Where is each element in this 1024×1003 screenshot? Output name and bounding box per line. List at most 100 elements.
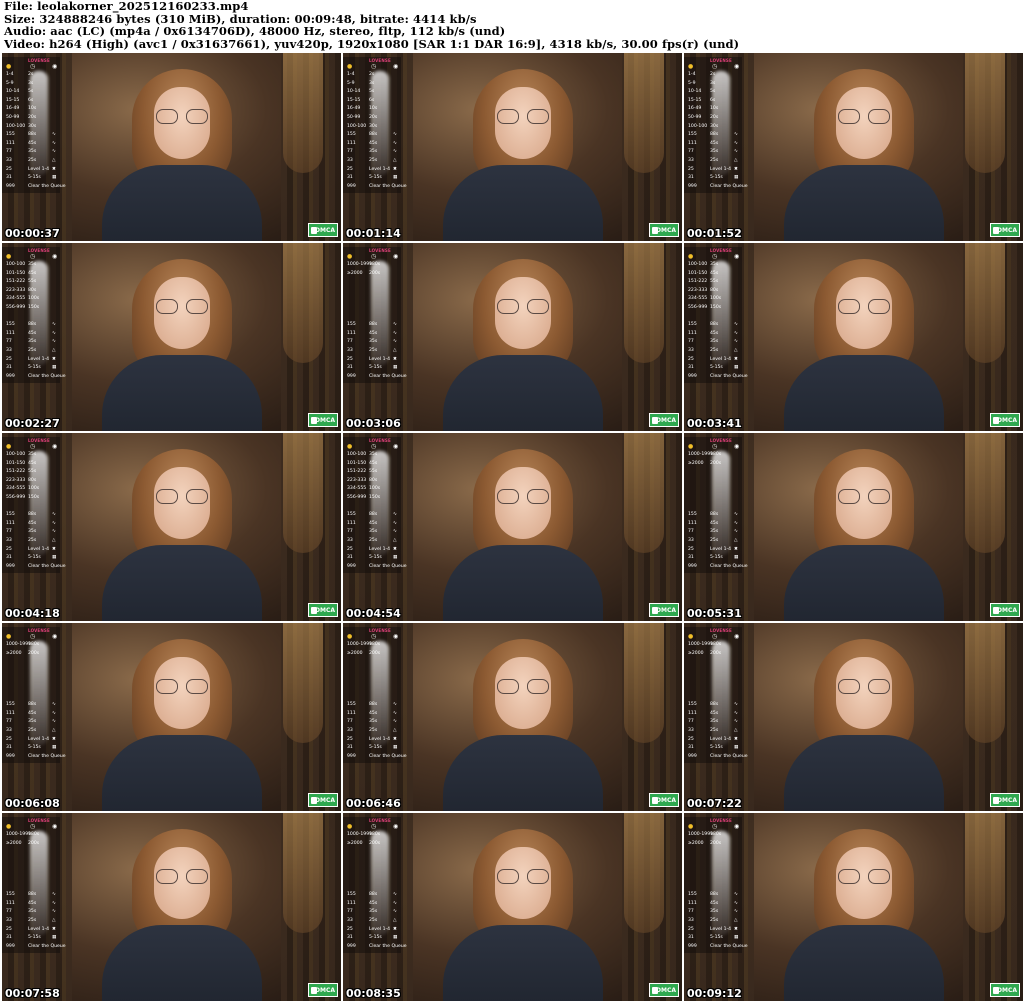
pattern-icon: ∿ [52, 702, 56, 708]
dmca-label: DMCA [656, 417, 676, 424]
pattern-icon: ∿ [393, 719, 397, 725]
tip-amount: 556-999 [6, 494, 26, 500]
tip-duration: 35s [369, 149, 378, 155]
pattern-icon: △ [734, 347, 738, 353]
overlay-icon-row: ● ◷ ◉ [6, 253, 58, 261]
pattern-icon: ✖ [52, 926, 56, 932]
tip-menu-row [688, 883, 740, 892]
pattern-icon: ∿ [734, 892, 738, 898]
coin-icon: ● [6, 633, 12, 640]
tip-menu-row: 31 5-15s ▦ [347, 744, 399, 753]
pattern-icon: ▦ [734, 935, 739, 941]
tip-duration: 45s [710, 140, 719, 146]
tip-amount: 31 [6, 175, 12, 181]
tip-menu-row [688, 693, 740, 702]
timestamp: 00:00:37 [5, 227, 60, 240]
tip-duration: 150s [28, 494, 40, 500]
pattern-icon: △ [734, 537, 738, 543]
tip-duration: Clear the Queue [710, 753, 748, 759]
dmca-label: DMCA [997, 607, 1017, 614]
pattern-icon: ∿ [52, 520, 56, 526]
dmca-badge: DMCA [649, 413, 679, 427]
pattern-icon: △ [734, 917, 738, 923]
tip-amount: 111 [6, 520, 15, 526]
vibe-icon: ◉ [52, 633, 58, 640]
tip-duration: 45s [710, 710, 719, 716]
tip-amount: 25 [6, 356, 12, 362]
tip-menu-row: 33 25s △ [6, 917, 58, 926]
tip-menu-row [688, 658, 740, 667]
sweater [443, 545, 603, 621]
tip-duration: 25s [28, 917, 37, 923]
tip-amount: 155 [688, 322, 697, 328]
clock-icon: ◷ [712, 823, 718, 830]
tip-duration: 45s [710, 520, 719, 526]
tip-amount: 999 [688, 183, 697, 189]
tip-duration: 180s [28, 642, 40, 647]
tip-amount: 5-9 [688, 80, 696, 86]
tip-menu-row: 1000-1999 180s [6, 641, 58, 650]
tip-amount: 25 [347, 166, 353, 172]
tip-duration: 5s [710, 89, 716, 95]
tip-amount: 111 [347, 140, 356, 146]
tip-menu-row: 999 Clear the Queue [347, 753, 407, 762]
tip-menu-row: 999 Clear the Queue [6, 753, 66, 762]
tip-menu-row: 33 25s △ [347, 157, 399, 166]
tip-menu-row: 25 Level 1-4 ✖ [347, 546, 399, 555]
tip-duration: Clear the Queue [710, 563, 748, 569]
tip-duration: Level 1-4 [710, 356, 732, 362]
tip-menu-row: 556-999 150s [347, 494, 399, 503]
pattern-icon: ∿ [393, 909, 397, 915]
tip-duration: Clear the Queue [28, 753, 66, 759]
tip-amount: 31 [6, 745, 12, 751]
tip-duration: 25s [710, 917, 719, 923]
tip-menu-row [688, 874, 740, 883]
tip-menu-row: 101-150 45s [6, 460, 58, 469]
pattern-icon: ∿ [734, 132, 738, 138]
tip-duration: 180s [369, 832, 381, 837]
tip-menu-overlay: LOVENSE ● ◷ ◉ 1000-1999 180s ≥2000 200s 155 8… [684, 627, 748, 763]
tip-menu-row: 1-4 2s [6, 71, 58, 80]
tip-duration: 45s [28, 900, 37, 906]
tip-menu-row [6, 313, 58, 322]
lamp-glow [283, 813, 323, 933]
tip-menu-row: 155 88s ∿ [347, 701, 399, 710]
tip-menu-row: 1-4 2s [688, 71, 740, 80]
tip-menu-row [6, 658, 58, 667]
tip-amount: 100-100 [347, 123, 367, 129]
lock-icon [993, 797, 999, 804]
tip-amount: 25 [6, 926, 12, 932]
clock-icon: ◷ [371, 633, 377, 640]
tip-amount: 101-150 [347, 460, 367, 466]
person-figure [102, 449, 262, 621]
coin-icon: ● [6, 443, 12, 450]
tip-menu-row [347, 883, 399, 892]
pattern-icon: ▦ [393, 935, 398, 941]
timestamp: 00:06:08 [5, 797, 60, 810]
vibe-icon: ◉ [393, 823, 399, 830]
timestamp: 00:06:46 [346, 797, 401, 810]
tip-menu-row: 33 25s △ [347, 537, 399, 546]
tip-amount: 33 [347, 537, 353, 543]
tip-amount: 16-49 [688, 106, 702, 112]
tip-amount: 10-14 [6, 89, 20, 95]
tip-menu-row: 155 88s ∿ [347, 891, 399, 900]
tip-menu-row: 111 45s ∿ [347, 520, 399, 529]
tip-menu-overlay: LOVENSE ● ◷ ◉ 1000-1999 180s ≥2000 200s 155 8… [2, 817, 66, 953]
tip-duration: 2s [28, 72, 34, 77]
tip-menu-row: 77 35s ∿ [347, 148, 399, 157]
tip-menu-row: 77 35s ∿ [688, 148, 740, 157]
glasses [156, 489, 208, 504]
tip-duration: 5-15s [28, 555, 41, 561]
person-figure [784, 829, 944, 1001]
tip-menu-row: 100-100 30s [6, 123, 58, 132]
tip-amount: 111 [347, 520, 356, 526]
pattern-icon: ▦ [52, 935, 57, 941]
thumbnail-frame: LOVENSE ● ◷ ◉ 1000-1999 180s ≥2000 200s 155 8… [684, 433, 1023, 621]
tip-menu-row: 155 88s ∿ [347, 131, 399, 140]
tip-amount: 223-333 [347, 477, 367, 483]
sweater [443, 735, 603, 811]
tip-menu-rows: 1000-1999 180s ≥2000 200s 155 88s ∿ 111 45s ∿ 77 35… [347, 831, 407, 951]
tip-menu-row: 33 25s △ [688, 157, 740, 166]
tip-menu-row: 556-999 150s [6, 304, 58, 313]
